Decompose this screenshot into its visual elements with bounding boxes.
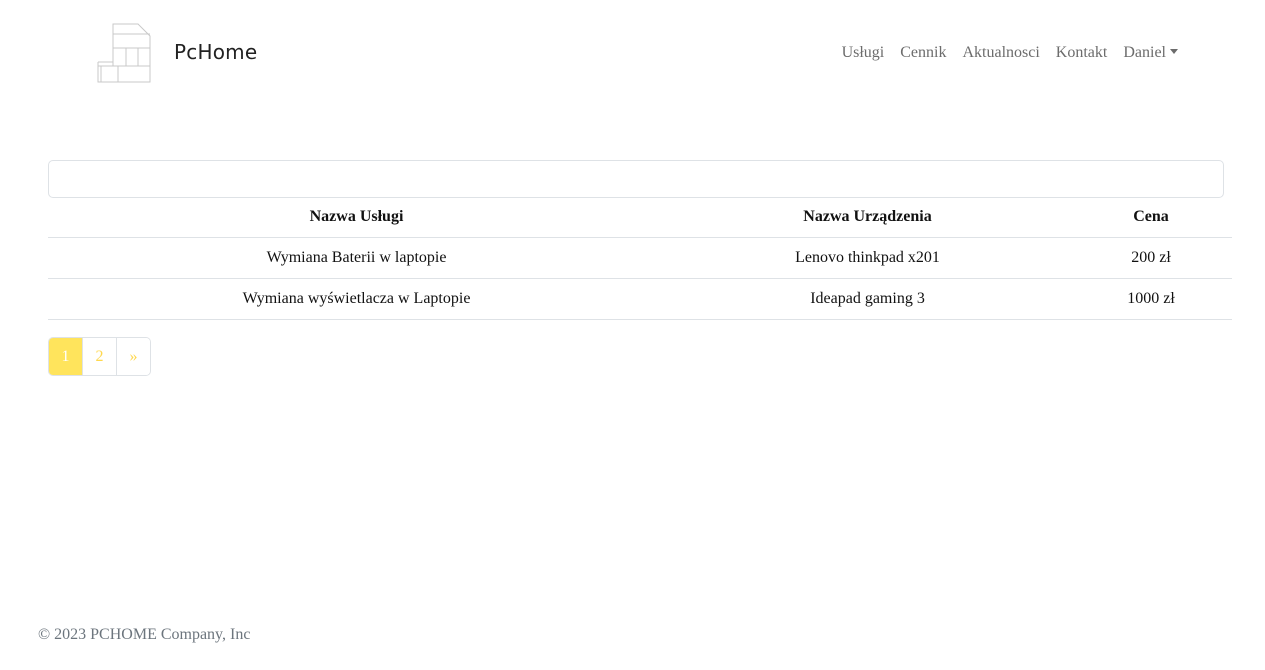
next-page-button[interactable]: » — [116, 338, 150, 375]
caret-down-icon — [1170, 49, 1178, 54]
table-header-row: Nazwa Usługi Nazwa Urządzenia Cena — [48, 197, 1232, 238]
user-menu-label: Daniel — [1123, 44, 1166, 61]
cell-service-name: Wymiana Baterii w laptopie — [48, 237, 665, 279]
table-row[interactable]: Wymiana Baterii w laptopie Lenovo thinkp… — [48, 237, 1232, 279]
nav-link-uslugi[interactable]: Usługi — [842, 44, 885, 62]
table-row[interactable]: Wymiana wyświetlacza w Laptopie Ideapad … — [48, 278, 1232, 320]
page: PcHome Usługi Cennik Aktualnosci Kontakt… — [0, 0, 1265, 670]
footer-copyright: © 2023 PCHOME Company, Inc — [38, 626, 251, 643]
page-link-1[interactable]: 1 — [49, 338, 82, 375]
column-header-service-name[interactable]: Nazwa Usługi — [48, 197, 665, 238]
column-header-device-name[interactable]: Nazwa Urządzenia — [665, 197, 1070, 238]
brand-name[interactable]: PcHome — [174, 40, 257, 64]
nav-link-aktualnosci[interactable]: Aktualnosci — [962, 44, 1039, 62]
main-nav: Usługi Cennik Aktualnosci Kontakt Daniel — [842, 44, 1178, 62]
brand-logo-house-icon[interactable] — [96, 22, 152, 84]
cell-price: 1000 zł — [1070, 278, 1232, 320]
services-table: Nazwa Usługi Nazwa Urządzenia Cena Wymia… — [48, 197, 1232, 320]
column-header-price[interactable]: Cena — [1070, 197, 1232, 238]
pagination: 1 2 » — [48, 337, 151, 376]
nav-link-cennik[interactable]: Cennik — [900, 44, 946, 62]
user-menu-dropdown[interactable]: Daniel — [1123, 44, 1178, 62]
page-link-2[interactable]: 2 — [82, 338, 116, 375]
cell-price: 200 zł — [1070, 237, 1232, 279]
house-outline-icon — [97, 23, 151, 83]
cell-device-name: Lenovo thinkpad x201 — [665, 237, 1070, 279]
cell-device-name: Ideapad gaming 3 — [665, 278, 1070, 320]
search-input[interactable] — [48, 160, 1224, 198]
nav-link-kontakt[interactable]: Kontakt — [1056, 44, 1108, 62]
cell-service-name: Wymiana wyświetlacza w Laptopie — [48, 278, 665, 320]
